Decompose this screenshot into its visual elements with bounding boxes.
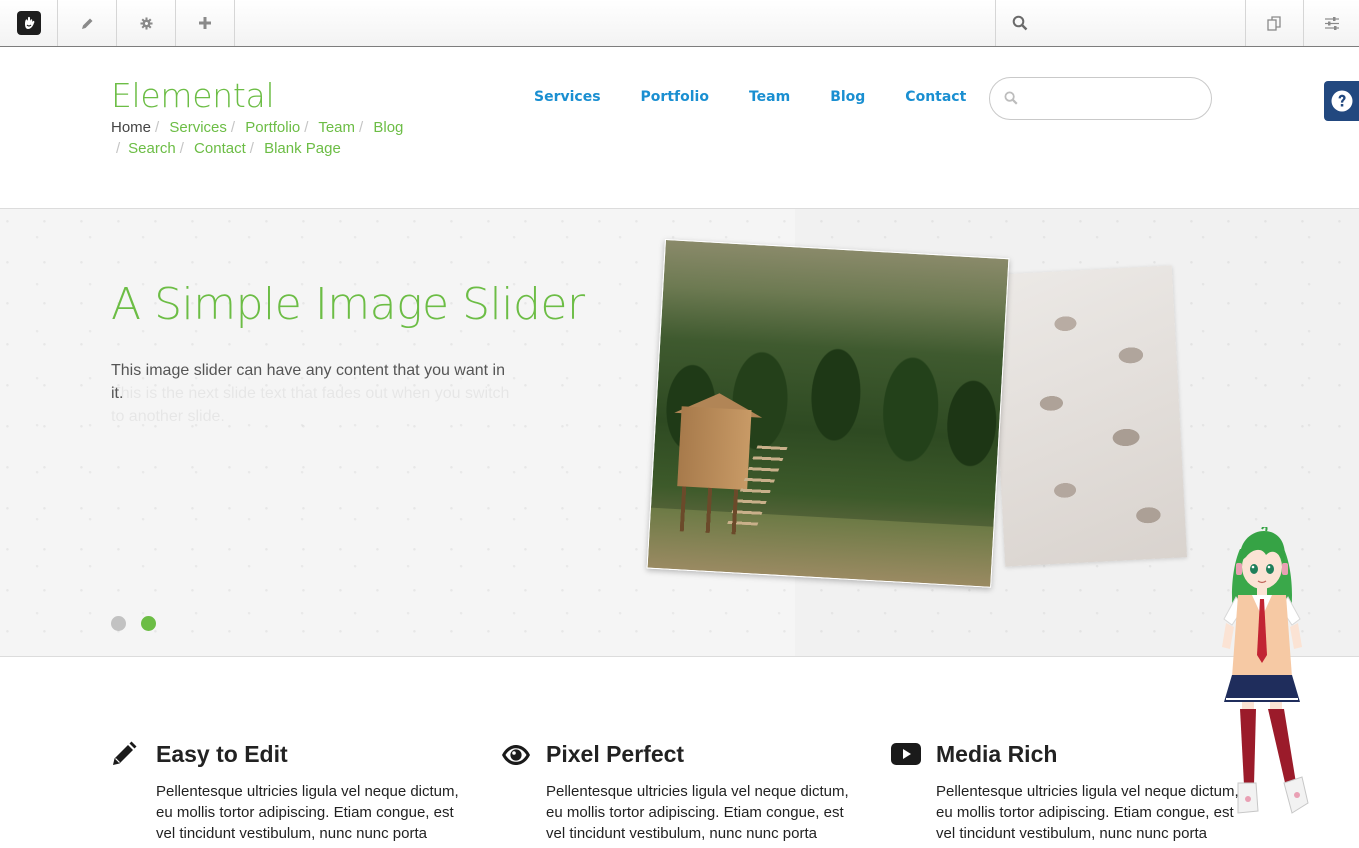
- slider-title: A Simple Image Slider: [111, 279, 585, 330]
- cms-logo-button[interactable]: [0, 0, 58, 46]
- nav-item-portfolio[interactable]: Portfolio: [641, 89, 709, 105]
- breadcrumb-separator: /: [179, 140, 184, 157]
- site-search-box: [989, 77, 1212, 120]
- play-icon: [891, 743, 921, 765]
- sliders-icon: [1324, 16, 1339, 30]
- slider-image-coffee-beans: [990, 265, 1188, 567]
- feature-title: Media Rich: [936, 741, 1058, 767]
- dashboard-button[interactable]: [1304, 0, 1359, 46]
- pencil-icon: [113, 741, 137, 765]
- feature-title: Easy to Edit: [156, 741, 288, 767]
- feature-text: Pellentesque ultricies ligula vel neque …: [156, 783, 459, 842]
- help-button[interactable]: [1324, 81, 1359, 121]
- nav-item-services[interactable]: Services: [534, 89, 601, 105]
- hut-body: [677, 406, 752, 490]
- breadcrumb-separator: /: [359, 119, 364, 136]
- concrete5-logo-icon: [16, 11, 41, 35]
- breadcrumb-item-blog[interactable]: Blog: [373, 119, 403, 136]
- plus-icon: [199, 17, 211, 29]
- eye-icon: [502, 745, 530, 765]
- breadcrumb-item-home[interactable]: Home: [111, 119, 151, 136]
- breadcrumb-item-search[interactable]: Search: [128, 140, 176, 157]
- breadcrumb-separator: /: [230, 119, 236, 136]
- settings-button[interactable]: [117, 0, 176, 46]
- nav-item-team[interactable]: Team: [749, 89, 790, 105]
- feature-text: Pellentesque ultricies ligula vel neque …: [546, 783, 849, 842]
- hut-legs: [679, 486, 743, 535]
- breadcrumb-item-blank-page[interactable]: Blank Page: [264, 140, 341, 157]
- cms-search-button[interactable]: [995, 0, 1246, 46]
- breadcrumb-item-portfolio[interactable]: Portfolio: [245, 119, 300, 136]
- breadcrumb-item-team[interactable]: Team: [318, 119, 355, 136]
- add-block-button[interactable]: [176, 0, 235, 46]
- sitemap-button[interactable]: [1246, 0, 1304, 46]
- slider-text: This image slider can have any content t…: [111, 362, 505, 402]
- breadcrumb-separator: /: [116, 140, 121, 157]
- cms-toolbar: [0, 0, 1359, 47]
- site-title[interactable]: Elemental: [111, 76, 275, 115]
- breadcrumb-separator: /: [249, 140, 254, 157]
- breadcrumb-separator: /: [304, 119, 309, 136]
- feature-title: Pixel Perfect: [546, 741, 685, 767]
- nav-item-contact[interactable]: Contact: [905, 89, 966, 105]
- search-icon: [1004, 91, 1018, 105]
- slider-dot-2[interactable]: [141, 616, 156, 631]
- pencil-icon: [81, 18, 92, 29]
- feature-text: Pellentesque ultricies ligula vel neque …: [936, 783, 1239, 842]
- anime-mascot-illustration[interactable]: [1212, 527, 1312, 817]
- site-search-input[interactable]: [1026, 86, 1196, 112]
- breadcrumb-separator: /: [155, 119, 160, 136]
- breadcrumb-item-services[interactable]: Services: [169, 119, 227, 136]
- gear-icon: [139, 16, 153, 30]
- pages-icon: [1267, 15, 1281, 31]
- image-slider: A Simple Image Slider This is the next s…: [0, 208, 1359, 657]
- slider-image-forest-hut: [646, 239, 1010, 588]
- main-navigation: Services Portfolio Team Blog Contact: [534, 89, 966, 105]
- breadcrumb-item-contact[interactable]: Contact: [194, 140, 246, 157]
- nav-item-blog[interactable]: Blog: [830, 89, 865, 105]
- search-icon: [1012, 15, 1028, 31]
- help-icon: [1331, 90, 1352, 112]
- slider-dot-1[interactable]: [111, 616, 126, 631]
- breadcrumb: Home / Services / Portfolio / Team / Blog / S…: [111, 117, 431, 159]
- edit-mode-button[interactable]: [58, 0, 117, 46]
